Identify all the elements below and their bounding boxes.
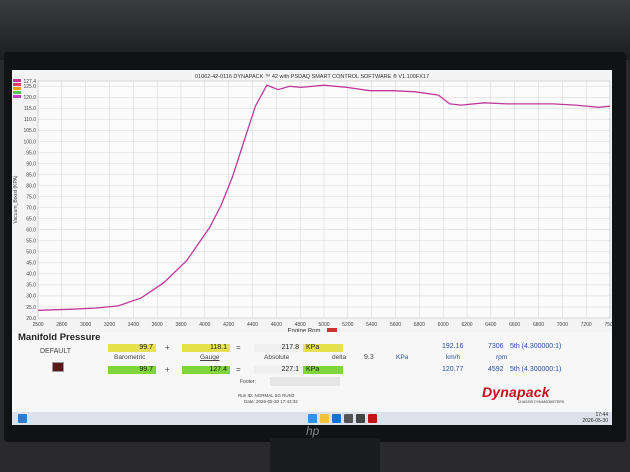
y-tick-label: 90.0 [26,161,36,167]
windows-taskbar: 17:44 2026-05-30 [12,412,612,425]
y-tick-label: 55.0 [26,239,36,245]
y-tick-label: 35.0 [26,283,36,289]
y-tick-label: 60.0 [26,228,36,234]
gauge-label: Gauge [200,354,220,361]
y-tick-label: 75.0 [26,194,36,200]
y-tick-label: 30.0 [26,294,36,300]
gear-ratio-1: 5th (4.300000:1) [510,343,562,350]
y-axis-label: Vacuum_Boost (KPA) [13,175,19,223]
absolute-value-1: 217.8 [254,344,302,352]
y-tick-label: 115.0 [24,106,36,112]
screen: 01062-42-0116 DYNAPACK ™ 42 with PSDAQ S… [12,70,612,425]
y-tick-label: 20.0 [26,316,36,322]
footer-label: Footer: [240,379,256,385]
y-tick-label: 85.0 [26,172,36,178]
speed-value-1: 192.16 [442,343,464,350]
absolute-label: Absolute [264,354,290,361]
gauge-value-1: 118.1 [182,344,230,352]
dynapack-app-icon[interactable] [368,414,377,423]
panel-title: Manifold Pressure [18,332,101,343]
run-id-text: Run ID: NORMAL 5G RUN3 [238,393,295,398]
plus-sign-2: + [165,365,170,374]
unit-kpa-2: KPa [303,366,343,374]
dynapack-logo-subtext: CHASSIS DYNAMOMETERS [517,400,565,404]
barometric-value-1: 99.7 [108,344,156,352]
y-tick-label: 125.0 [23,84,36,90]
rpm-value-2: 4592 [488,366,504,373]
dynapack-logo-text: Dynapack [482,384,550,400]
y-tick-label: 65.0 [26,216,36,222]
edge-icon[interactable] [332,414,341,423]
delta-value: 9.3 [364,354,374,361]
footer-field[interactable] [270,377,340,386]
gear-ratio-2: 5th (4.300000:1) [510,366,562,373]
y-tick-label: 70.0 [26,205,36,211]
rpm-value-1: 7306 [488,343,504,350]
y-tick-label: 120.0 [23,95,36,101]
mode-label: DEFAULT [40,348,71,355]
absolute-value-2: 227.1 [254,366,302,374]
taskbar-app-icon-1[interactable] [308,414,317,423]
barometric-label: Barometric [114,354,146,361]
y-tick-label: 25.0 [26,305,36,311]
speed-unit: km/h [446,354,461,361]
delta-label: delta [332,354,347,361]
folder-icon[interactable] [320,414,329,423]
y-tick-label: 40.0 [26,272,36,278]
y-tick-label: 80.0 [26,183,36,189]
monitor-stand [270,438,380,472]
y-tick-label: 110.0 [24,117,36,123]
taskbar-clock[interactable]: 17:44 2026-05-30 [582,412,608,424]
date-text: Date: 2026-05-30 17:43:32 [244,399,298,404]
y-tick-label: 50.0 [26,250,36,256]
barometric-value-2: 99.7 [108,366,156,374]
taskbar-app-icon-2[interactable] [344,414,353,423]
equals-sign-1: = [236,343,241,352]
clock-date: 2026-05-30 [582,417,608,424]
hp-logo: hp [306,424,320,438]
unit-kpa-1: KPa [303,344,343,352]
background-wall [0,0,630,60]
delta-unit: KPa [396,354,409,361]
y-tick-label: 100.0 [23,139,36,145]
taskbar-app-icon-3[interactable] [356,414,365,423]
equals-sign-2: = [236,365,241,374]
mode-dropdown-button[interactable] [52,362,64,372]
y-tick-label: 95.0 [26,150,36,156]
dynapack-logo: Dynapack CHASSIS DYNAMOMETERS [482,384,600,408]
boost-chart[interactable]: 127.4125.0120.0115.0110.0105.0100.095.09… [12,70,612,332]
speed-value-2: 120.77 [442,366,464,373]
plus-sign-1: + [165,343,170,352]
start-icon[interactable] [18,414,27,423]
gauge-value-2: 127.4 [182,366,230,374]
rpm-unit: rpm [496,354,508,361]
y-tick-label: 45.0 [26,261,36,267]
y-tick-label: 105.0 [23,128,36,134]
